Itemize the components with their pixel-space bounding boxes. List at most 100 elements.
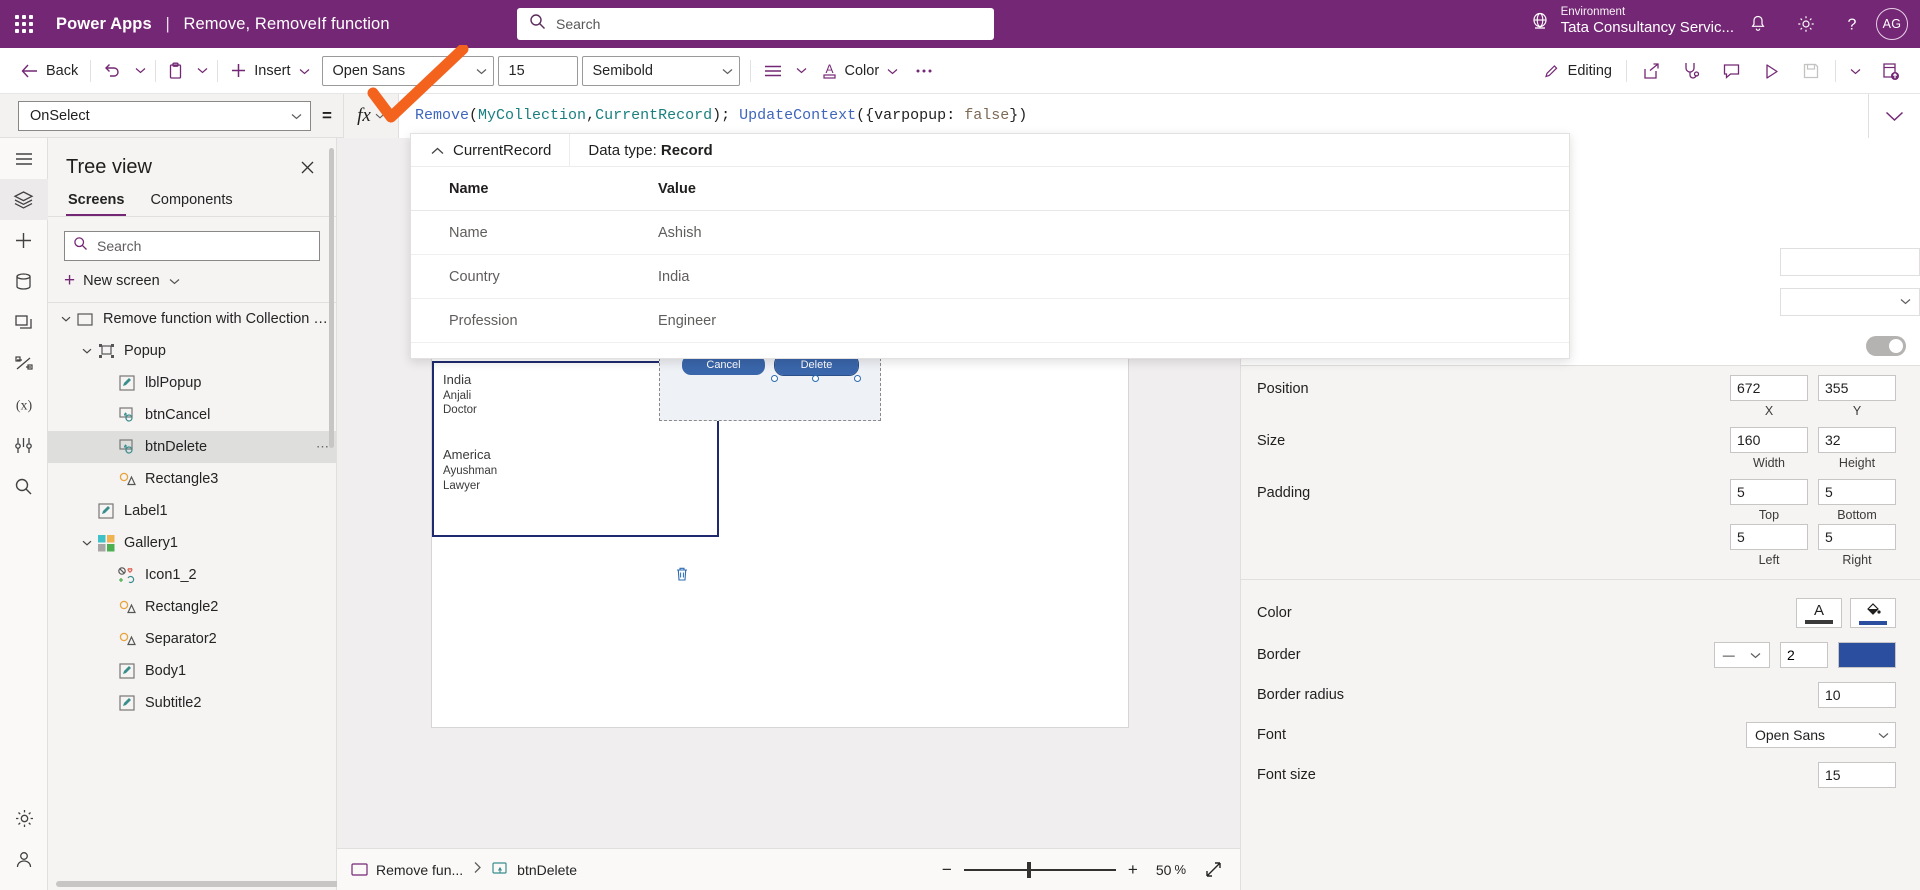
undo-button[interactable]: [95, 55, 129, 87]
tree-node-remove-function-with-collection-part-3[interactable]: Remove function with Collection Part 3: [48, 303, 336, 335]
tree-search-input[interactable]: [97, 238, 311, 254]
paste-dropdown[interactable]: [191, 55, 213, 87]
border-style-select[interactable]: —: [1714, 642, 1770, 668]
plus-icon[interactable]: +: [1120, 860, 1146, 880]
minus-icon[interactable]: −: [934, 860, 960, 880]
tree-horizontal-scrollbar[interactable]: [56, 881, 346, 887]
padding-bottom-input[interactable]: 5: [1818, 479, 1896, 505]
padding-left-input[interactable]: 5: [1730, 524, 1808, 550]
rail-settings[interactable]: [0, 798, 48, 839]
tree-node-gallery1[interactable]: Gallery1: [48, 527, 336, 559]
share-icon[interactable]: [1631, 53, 1671, 89]
size-width-input[interactable]: 160: [1730, 427, 1808, 453]
rail-search[interactable]: [0, 466, 48, 507]
record-table-row: Name Ashish: [411, 211, 1569, 255]
rail-power-automate[interactable]: [0, 343, 48, 384]
rail-data[interactable]: [0, 261, 48, 302]
new-screen-button[interactable]: + New screen: [48, 261, 336, 302]
tree-node-context-menu[interactable]: ⋯: [316, 439, 330, 455]
tree-node-body1[interactable]: Body1: [48, 655, 336, 687]
position-x-input[interactable]: 672: [1730, 375, 1808, 401]
rail-account[interactable]: [0, 839, 48, 880]
text-color-button[interactable]: A: [1796, 598, 1842, 628]
insert-button[interactable]: Insert: [222, 55, 317, 87]
align-dropdown[interactable]: [791, 55, 813, 87]
gallery-item[interactable]: America Ayushman Lawyer: [434, 438, 717, 493]
zoom-controls: − + 50 %: [934, 860, 1226, 880]
chevron-down-icon[interactable]: [79, 540, 95, 546]
rail-tools[interactable]: [0, 425, 48, 466]
app-checker-icon[interactable]: [1671, 53, 1711, 89]
tab-screens[interactable]: Screens: [66, 186, 127, 216]
property-select-stub[interactable]: [1780, 288, 1920, 316]
border-radius-input[interactable]: 10: [1818, 682, 1896, 708]
environment-selector[interactable]: Environment Tata Consultancy Servic...: [1527, 5, 1734, 38]
tree-node-rectangle3[interactable]: Rectangle3: [48, 463, 336, 495]
rail-tree-view[interactable]: [0, 179, 48, 220]
tree-node-separator2[interactable]: Separator2: [48, 623, 336, 655]
menu-icon[interactable]: [0, 138, 48, 179]
border-color-swatch[interactable]: [1838, 642, 1896, 668]
more-options-button[interactable]: [906, 55, 942, 87]
paste-button[interactable]: [160, 55, 191, 87]
align-button[interactable]: [755, 55, 791, 87]
close-icon[interactable]: [294, 154, 320, 180]
global-search[interactable]: [517, 8, 994, 40]
bell-icon[interactable]: [1734, 0, 1782, 48]
tree-vertical-scrollbar[interactable]: [329, 148, 334, 448]
font-size-input[interactable]: 15: [1818, 762, 1896, 788]
chevron-down-icon: [887, 63, 898, 79]
size-height-input[interactable]: 32: [1818, 427, 1896, 453]
editing-mode-button[interactable]: Editing: [1533, 63, 1622, 80]
gear-icon[interactable]: [1782, 0, 1830, 48]
app-launcher-icon[interactable]: [0, 0, 48, 48]
padding-right-input[interactable]: 5: [1818, 524, 1896, 550]
record-field-name: Country: [449, 268, 500, 285]
formula-input[interactable]: Remove(MyCollection, CurrentRecord); Upda…: [399, 93, 1920, 138]
position-label: Position: [1257, 381, 1309, 397]
rail-insert[interactable]: [0, 220, 48, 261]
property-field-stub[interactable]: [1780, 248, 1920, 276]
tree-node-subtitle2[interactable]: Subtitle2: [48, 687, 336, 719]
save-dropdown[interactable]: [1840, 53, 1870, 89]
font-color-button[interactable]: A Color: [813, 55, 907, 87]
font-weight-select[interactable]: Semibold: [581, 55, 740, 86]
fill-color-button[interactable]: [1850, 598, 1896, 628]
property-toggle[interactable]: [1866, 336, 1906, 356]
play-icon[interactable]: [1751, 53, 1791, 89]
tree-search[interactable]: [64, 231, 320, 261]
tree-node-btndelete[interactable]: btnDelete ⋯: [48, 431, 336, 463]
tree-node-label1[interactable]: Label1: [48, 495, 336, 527]
rail-media[interactable]: [0, 302, 48, 343]
property-select[interactable]: OnSelect: [18, 100, 311, 131]
back-button[interactable]: Back: [12, 55, 86, 87]
trash-icon[interactable]: [675, 566, 689, 587]
chevron-down-icon[interactable]: [79, 348, 95, 354]
question-icon[interactable]: ?: [1828, 0, 1876, 48]
border-width-input[interactable]: 2: [1780, 642, 1828, 668]
formula-expand-button[interactable]: [1868, 94, 1920, 138]
breadcrumb-control[interactable]: btnDelete: [492, 862, 577, 878]
undo-dropdown[interactable]: [129, 55, 151, 87]
font-select[interactable]: Open Sans: [1746, 722, 1896, 748]
position-y-input[interactable]: 355: [1818, 375, 1896, 401]
tree-node-rectangle2[interactable]: Rectangle2: [48, 591, 336, 623]
avatar[interactable]: AG: [1876, 8, 1908, 40]
tree-node-btncancel[interactable]: btnCancel: [48, 399, 336, 431]
publish-icon[interactable]: [1870, 53, 1910, 89]
tree-node-popup[interactable]: Popup: [48, 335, 336, 367]
padding-top-input[interactable]: 5: [1730, 479, 1808, 505]
tab-components[interactable]: Components: [148, 186, 234, 216]
rail-variables[interactable]: (x): [0, 384, 48, 425]
zoom-slider[interactable]: [963, 861, 1116, 878]
fit-screen-icon[interactable]: [1200, 860, 1226, 879]
tree-node-icon1-2[interactable]: Icon1_2: [48, 559, 336, 591]
search-input[interactable]: [556, 16, 982, 32]
font-size-input[interactable]: 15: [497, 55, 578, 86]
save-icon[interactable]: [1791, 53, 1831, 89]
tree-node-lblpopup[interactable]: lblPopup: [48, 367, 336, 399]
breadcrumb-screen[interactable]: Remove fun...: [351, 862, 463, 878]
chevron-down-icon[interactable]: [58, 316, 74, 322]
border-radius-row: Border radius 10: [1241, 668, 1920, 708]
comment-icon[interactable]: [1711, 53, 1751, 89]
